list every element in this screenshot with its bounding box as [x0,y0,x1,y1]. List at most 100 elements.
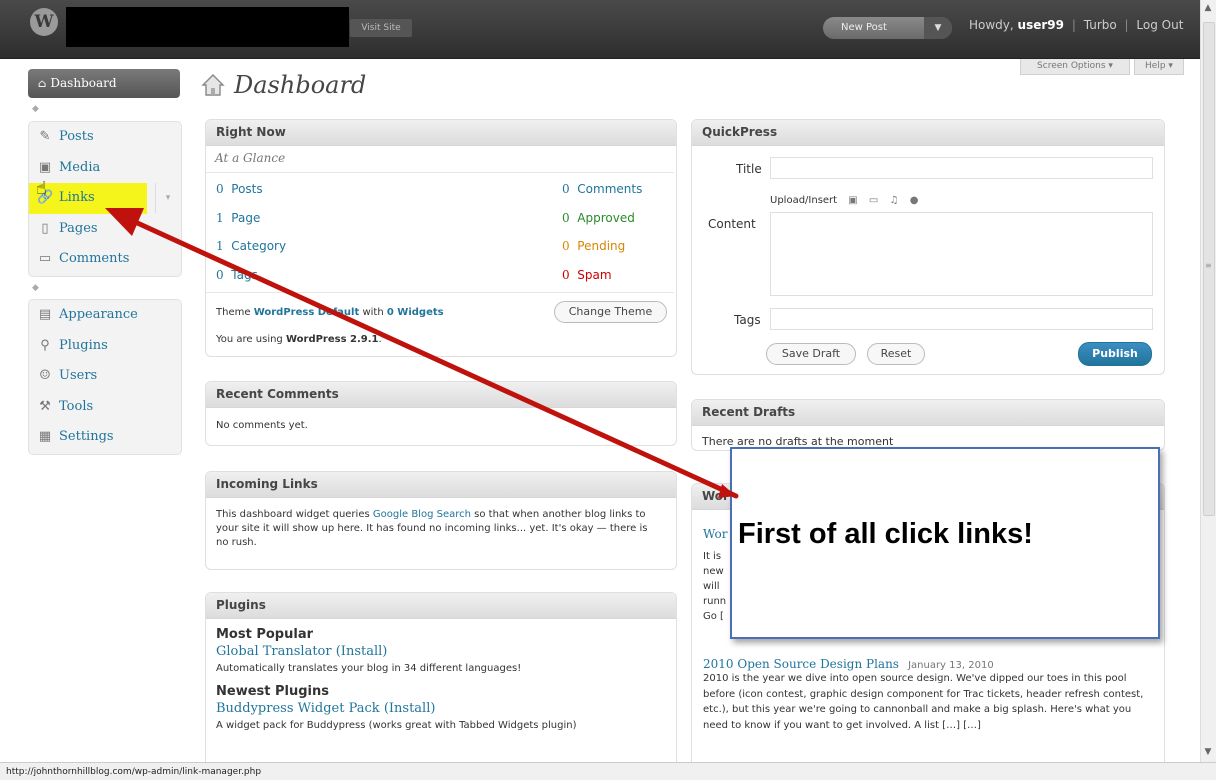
pending-count-row[interactable]: 0 Pending [562,239,625,253]
title-input[interactable] [770,157,1153,179]
approved-count-row[interactable]: 0 Approved [562,211,635,225]
menu-item-dashboard[interactable]: ⌂ Dashboard [28,69,180,98]
settings-icon: ▦ [38,429,52,445]
save-draft-button[interactable]: Save Draft [766,343,856,365]
help-tab[interactable]: Help ▾ [1134,59,1184,75]
menu-group-settings: ▤ Appearance ⚲ Plugins ☺ Users ⚒ Tools ▦ Sett… [28,299,182,455]
page-count: 1 [216,211,224,225]
browser-status-bar: http://johnthornhillblog.com/wp-admin/li… [0,762,1216,780]
title-label: Title [736,162,762,176]
global-translator-desc: Automatically translates your blog in 34… [216,663,522,674]
add-video-icon[interactable]: ▭ [869,195,878,206]
global-translator-link[interactable]: Global Translator [216,644,332,659]
widgets-link[interactable]: 0 Widgets [387,307,444,318]
home-icon [201,74,225,96]
scroll-grip-icon: ≡ [1205,261,1212,270]
approved-label: Approved [577,211,635,225]
posts-count-row[interactable]: 0 Posts [216,182,263,196]
menu-item-appearance[interactable]: ▤ Appearance [29,300,181,331]
tags-count-row[interactable]: 0 Tags [216,268,258,282]
callout-text: First of all click links! [738,518,1033,550]
change-theme-button[interactable]: Change Theme [554,301,667,323]
new-post-button[interactable]: New Post ▼ [823,17,952,39]
reset-button[interactable]: Reset [867,343,925,365]
menu-separator: ◆ [32,104,39,114]
content-textarea[interactable] [770,212,1153,296]
menu-item-settings[interactable]: ▦ Settings [29,422,181,453]
recent-drafts-text: There are no drafts at the moment [702,435,894,448]
turbo-link[interactable]: Turbo [1084,18,1117,32]
comments-icon: ▭ [38,251,52,267]
visit-site-button[interactable]: Visit Site [350,19,412,37]
theme-prefix: Theme [216,307,251,318]
pending-count: 0 [562,239,570,253]
theme-name-link[interactable]: WordPress Default [254,307,360,318]
new-post-label: New Post [841,22,887,33]
theme-with: with [362,307,384,318]
spam-label: Spam [577,268,612,282]
category-count-row[interactable]: 1 Category [216,239,286,253]
wordpress-logo-icon[interactable]: W [30,8,58,36]
plugins-icon: ⚲ [40,337,50,353]
menu-item-tools[interactable]: ⚒ Tools [29,392,181,423]
recent-comments-title[interactable]: Recent Comments [206,382,676,408]
tags-count: 0 [216,268,224,282]
global-translator-install-link[interactable]: (Install) [336,644,388,659]
pin-icon: ✎ [39,129,51,144]
google-blog-search-link[interactable]: Google Blog Search [373,509,471,520]
news-item-2-link[interactable]: 2010 Open Source Design Plans [703,657,899,671]
news-item-2-date: January 13, 2010 [908,660,994,671]
scroll-down-arrow-icon[interactable]: ▼ [1200,744,1216,760]
add-media-icon[interactable]: ● [910,195,919,206]
logout-link[interactable]: Log Out [1136,18,1183,32]
buddypress-row: Buddypress Widget Pack (Install) [216,701,666,716]
quickpress-title[interactable]: QuickPress [692,120,1164,146]
menu-item-users[interactable]: ☺ Users [29,361,181,392]
tags-input[interactable] [770,308,1153,330]
menu-item-users-label: Users [59,368,98,384]
divider [206,172,674,173]
username-link[interactable]: user99 [1018,18,1064,32]
screen-options-tab[interactable]: Screen Options ▾ [1020,59,1130,75]
menu-item-pages[interactable]: ▯ Pages [29,214,181,245]
comments-count-row[interactable]: 0 Comments [562,182,642,196]
right-now-title[interactable]: Right Now [206,120,676,146]
plugins-body: Most Popular Global Translator (Install)… [206,619,676,731]
buddypress-install-link[interactable]: (Install) [384,701,436,716]
spam-count-row[interactable]: 0 Spam [562,268,612,282]
page-label: Page [231,211,261,225]
upload-insert-row: Upload/Insert ▣ ▭ ♫ ● [770,195,918,206]
posts-label: Posts [231,182,263,196]
add-audio-icon[interactable]: ♫ [890,195,899,206]
category-label: Category [231,239,287,253]
recent-comments-widget: Recent Comments No comments yet. [205,381,677,446]
excerpt-fragment: runn [703,596,727,607]
links-submenu-toggle-icon[interactable]: ▾ [155,183,180,214]
news-item-2-heading: 2010 Open Source Design Plans January 13… [703,653,994,672]
screen-options-label: Screen Options [1037,61,1106,71]
excerpt-fragment: It is [703,551,722,562]
appearance-icon: ▤ [38,307,52,322]
admin-header: W Visit Site New Post ▼ Howdy, user99 | … [0,0,1200,59]
page-count-row[interactable]: 1 Page [216,211,260,225]
plugins-title[interactable]: Plugins [206,593,676,619]
plugins-widget: Plugins Most Popular Global Translator (… [205,592,677,769]
incoming-links-title[interactable]: Incoming Links [206,472,676,498]
buddypress-widget-pack-link[interactable]: Buddypress Widget Pack [216,701,380,716]
newest-plugins-heading: Newest Plugins [216,684,329,699]
menu-item-comments-label: Comments [59,251,130,267]
scroll-up-arrow-icon[interactable]: ▲ [1200,0,1216,16]
publish-button[interactable]: Publish [1078,342,1152,366]
menu-item-media-label: Media [59,159,101,175]
news-item-link[interactable]: Wor [703,527,727,541]
buddypress-desc: A widget pack for Buddypress (works grea… [216,720,577,731]
menu-item-posts[interactable]: ✎ Posts [29,122,181,153]
menu-item-comments[interactable]: ▭ Comments [29,244,181,275]
help-label: Help [1145,61,1166,71]
add-image-icon[interactable]: ▣ [848,195,857,206]
menu-item-media[interactable]: ▣ Media [29,153,181,184]
chevron-down-icon[interactable]: ▼ [924,17,952,39]
version-number: WordPress 2.9.1 [285,334,379,345]
recent-drafts-title[interactable]: Recent Drafts [692,400,1164,426]
menu-item-plugins[interactable]: ⚲ Plugins [29,331,181,362]
